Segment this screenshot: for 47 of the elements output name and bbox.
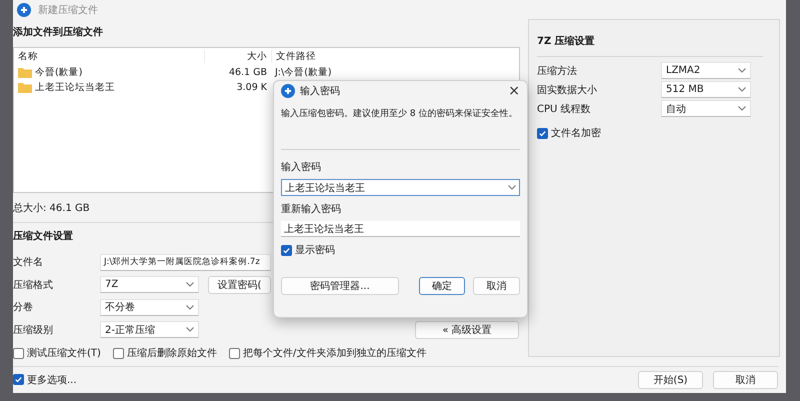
password-field[interactable]: 上老王论坛当老王 [281, 221, 520, 237]
field-label: 文件名 [13, 256, 44, 270]
field-label: 压缩方法 [537, 64, 577, 78]
button[interactable]: 取消 [473, 277, 520, 295]
dropdown[interactable]: 不分卷 [100, 298, 199, 316]
file-size: 3.09 K [236, 82, 267, 94]
button[interactable]: 设置密码( [208, 276, 271, 294]
section-heading: 压缩文件设置 [13, 230, 73, 244]
field-label: 分卷 [13, 301, 34, 314]
hint-text: 输入压缩包密码。建议使用至少 8 位的密码来保证安全性。 [281, 108, 518, 121]
file-name-field[interactable]: J:\郑州大学第一附属医院急诊科案例.7z [100, 254, 271, 271]
button[interactable]: 开始(S) [638, 370, 703, 389]
section-heading: 7Z 压缩设置 [537, 34, 595, 48]
column-header[interactable]: 名称 [14, 50, 204, 64]
file-path: J:\今晉(歉量) [275, 67, 332, 78]
field-label: 压缩格式 [13, 278, 54, 292]
checkbox-label: 文件名加密 [551, 126, 601, 140]
section-heading: 添加文件到压缩文件 [13, 26, 103, 40]
dropdown[interactable]: 512 MB [661, 81, 751, 98]
field-label: 压缩级别 [13, 324, 54, 337]
checkbox-label: 压缩后删除原始文件 [126, 346, 217, 360]
file-name[interactable]: 上老王论坛当老王 [35, 81, 115, 94]
field-label: 输入密码 [281, 160, 321, 174]
field-label: CPU 线程数 [537, 102, 591, 116]
field-label: 固实数据大小 [537, 84, 597, 97]
button[interactable]: « 高级设置 [415, 320, 519, 339]
column-header[interactable]: 文件路径 [271, 50, 519, 64]
column-header[interactable]: 大小 [204, 50, 271, 64]
total-size: 总大小: 46.1 GB [13, 202, 90, 216]
password-field[interactable]: 上老王论坛当老王 [281, 179, 520, 196]
window-title: 新建压缩文件 [38, 4, 98, 17]
checkbox-label: 把每个文件/文件夹添加到独立的压缩文件 [242, 346, 426, 360]
file-name[interactable]: 今晉(歉量) [35, 66, 82, 80]
button[interactable]: 确定 [419, 277, 465, 295]
dialog-title: 输入密码 [300, 84, 340, 98]
checkbox-label: 测试压缩文件(T) [27, 346, 101, 360]
close-button[interactable]: × [508, 83, 520, 99]
checkbox-label: 显示密码 [295, 244, 335, 257]
dropdown[interactable]: 2-正常压缩 [100, 321, 199, 338]
field-label: 重新输入密码 [281, 202, 341, 216]
button[interactable]: 取消 [713, 370, 778, 389]
checkbox-label: 更多选项... [27, 374, 77, 387]
dropdown[interactable]: 7Z [100, 276, 199, 294]
dropdown[interactable]: LZMA2 [661, 62, 751, 80]
dropdown[interactable]: 自动 [661, 100, 751, 118]
file-size: 46.1 GB [228, 67, 267, 78]
button[interactable]: 密码管理器... [281, 277, 399, 295]
